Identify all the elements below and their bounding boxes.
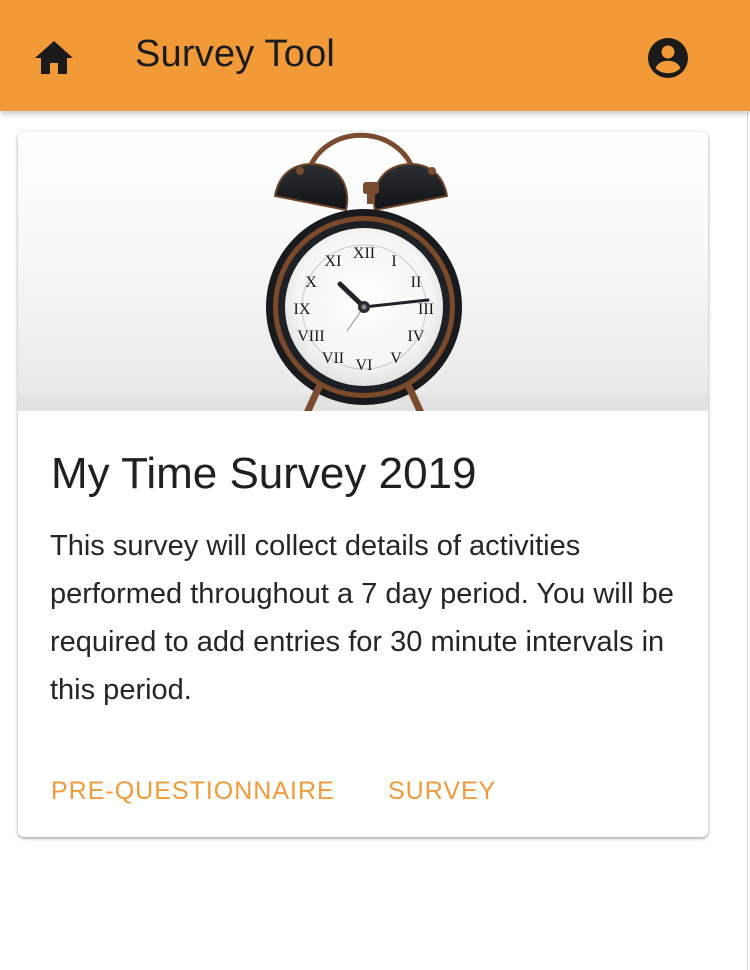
survey-button[interactable]: SURVEY: [388, 771, 496, 811]
svg-text:II: II: [411, 274, 422, 291]
svg-text:XI: XI: [325, 253, 342, 270]
svg-text:VII: VII: [322, 350, 344, 367]
pre-questionnaire-button[interactable]: PRE-QUESTIONNAIRE: [51, 771, 335, 811]
survey-card: XII I II III IV V VI VII VIII IX X XI My…: [18, 132, 708, 837]
card-image: XII I II III IV V VI VII VIII IX X XI: [18, 132, 708, 411]
svg-text:V: V: [390, 350, 402, 367]
page: Survey Tool XII I II III IV V VI VII VII…: [0, 0, 750, 970]
home-button[interactable]: [31, 36, 77, 78]
account-button[interactable]: [644, 34, 692, 82]
alarm-clock-illustration: XII I II III IV V VI VII VIII IX X XI: [18, 132, 708, 411]
svg-text:X: X: [305, 274, 317, 291]
svg-text:IV: IV: [408, 328, 425, 345]
account-circle-icon: [648, 38, 688, 78]
app-bar: Survey Tool: [0, 0, 750, 111]
card-description: This survey will collect details of acti…: [50, 530, 674, 706]
svg-text:I: I: [391, 253, 396, 270]
svg-text:XII: XII: [353, 245, 375, 262]
svg-text:VI: VI: [356, 357, 373, 374]
svg-text:VIII: VIII: [297, 328, 325, 345]
svg-text:IX: IX: [294, 301, 311, 318]
home-icon: [35, 41, 73, 74]
scrollbar-edge: [747, 0, 748, 970]
app-title: Survey Tool: [135, 33, 336, 75]
svg-text:III: III: [418, 301, 434, 318]
card-title: My Time Survey 2019: [51, 449, 477, 498]
